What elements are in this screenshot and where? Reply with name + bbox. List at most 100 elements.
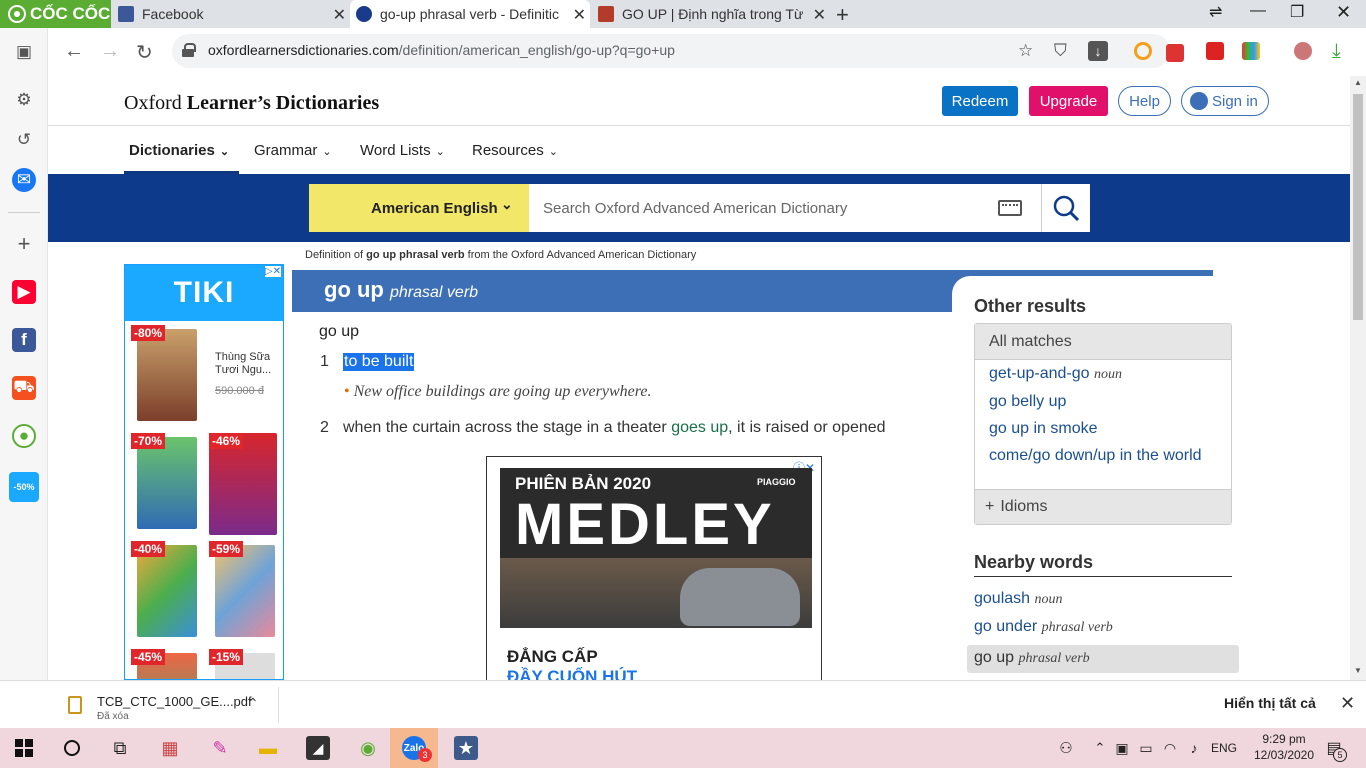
clock-time[interactable]: 9:29 pm <box>1254 732 1314 746</box>
ad-product[interactable]: -46% <box>207 431 279 535</box>
chevron-up-icon[interactable]: ⌃ <box>1088 736 1112 760</box>
tray-app-icon[interactable]: ▣ <box>1110 736 1134 760</box>
book-cover-image <box>215 545 275 637</box>
input-language[interactable]: ENG <box>1211 741 1237 755</box>
people-icon[interactable]: ⚇ <box>1054 736 1078 760</box>
settings-icon[interactable]: ⚙ <box>12 88 36 112</box>
extension-colors-icon[interactable] <box>1242 42 1260 60</box>
ad-product[interactable]: -70% <box>129 431 201 535</box>
youtube-icon[interactable]: ▶ <box>12 280 36 304</box>
sticky-notes-icon[interactable]: ◢ <box>306 736 330 760</box>
ad-product[interactable]: -15% <box>207 647 279 679</box>
tab-oxford[interactable]: go-up phrasal verb - Definitic ✕ <box>350 0 590 28</box>
download-file-name[interactable]: TCB_CTC_1000_GE....pdf <box>97 694 252 709</box>
task-view-icon[interactable]: ⧉ <box>108 736 132 760</box>
forward-icon[interactable]: → <box>100 40 120 63</box>
download-video-icon[interactable]: ↓ <box>1088 41 1108 61</box>
close-icon[interactable]: ✕ <box>333 5 346 25</box>
help-button[interactable]: Help <box>1118 86 1171 116</box>
paint-icon[interactable]: ✎ <box>208 736 232 760</box>
sign-in-button[interactable]: Sign in <box>1181 86 1269 116</box>
nearby-word-link[interactable]: go under phrasal verb <box>974 618 1113 636</box>
restore-icon[interactable]: ❐ <box>1290 2 1304 22</box>
ad-product[interactable]: -59% <box>207 539 279 643</box>
facebook-icon[interactable]: f <box>12 328 36 352</box>
app-icon[interactable]: ▦ <box>158 736 182 760</box>
volume-icon[interactable]: ♪ <box>1182 736 1206 760</box>
close-icon[interactable]: ✕ <box>1340 693 1355 714</box>
reload-icon[interactable]: ↻ <box>136 40 153 65</box>
history-icon[interactable]: ↺ <box>12 128 36 152</box>
scroll-down-icon[interactable]: ▼ <box>1354 666 1362 675</box>
result-link[interactable]: go up in smoke <box>989 419 1098 439</box>
bookmark-star-icon[interactable]: ☆ <box>1018 41 1033 61</box>
address-bar[interactable]: oxfordlearnersdictionaries.com/definitio… <box>172 34 1170 68</box>
nav-grammar[interactable]: Grammar ⌄ <box>254 142 332 159</box>
upgrade-button[interactable]: Upgrade <box>1029 86 1108 116</box>
tab-facebook[interactable]: Facebook ✕ <box>112 0 348 28</box>
tiki-advertisement[interactable]: TIKI ▷✕ -80% Thùng Sữa Tươi Ngu... 590.0… <box>124 264 284 680</box>
site-logo[interactable]: Oxford Learner’s Dictionaries <box>124 92 379 115</box>
result-link[interactable]: go belly up <box>989 392 1066 412</box>
lock-icon[interactable] <box>182 43 196 57</box>
ad-product[interactable]: Thùng Sữa Tươi Ngu... 590.000 đ <box>207 323 279 427</box>
ad-product[interactable]: -45% <box>129 647 201 679</box>
battery-icon[interactable]: ▭ <box>1134 736 1158 760</box>
ad-choices-icon[interactable]: ▷✕ <box>264 266 281 277</box>
coccoc-browser-icon[interactable]: ◉ <box>356 736 380 760</box>
back-icon[interactable]: ← <box>64 40 84 63</box>
nav-dictionaries[interactable]: Dictionaries ⌄ <box>129 142 229 159</box>
ad-product[interactable]: -80% <box>129 323 201 427</box>
url-text[interactable]: oxfordlearnersdictionaries.com/definitio… <box>208 42 675 58</box>
extension-chrome-icon[interactable] <box>1134 42 1152 60</box>
app-icon[interactable]: ★ <box>454 736 478 760</box>
new-tab-button[interactable]: + <box>836 2 849 28</box>
tiki-icon[interactable]: -50% <box>9 472 39 502</box>
shopee-icon[interactable]: ⛟ <box>12 376 36 400</box>
search-icon[interactable] <box>60 736 84 760</box>
scroll-up-icon[interactable]: ▲ <box>1354 78 1362 87</box>
file-explorer-icon[interactable]: ▬ <box>256 736 280 760</box>
idioms-tab[interactable]: + Idioms <box>975 489 1231 524</box>
nav-word-lists[interactable]: Word Lists ⌄ <box>360 142 445 159</box>
minimize-icon[interactable]: — <box>1250 2 1266 20</box>
sidebar-toggle-icon[interactable]: ▣ <box>12 40 36 64</box>
extension-new-icon[interactable] <box>1166 44 1184 62</box>
profile-avatar-icon[interactable] <box>1294 42 1312 60</box>
cross-reference-link[interactable]: goes up <box>671 419 728 436</box>
close-icon[interactable]: ✕ <box>573 5 586 25</box>
wifi-icon[interactable]: ◠ <box>1158 736 1182 760</box>
search-input[interactable] <box>529 184 1041 232</box>
messenger-icon[interactable]: ✉ <box>12 168 36 192</box>
redeem-button[interactable]: Redeem <box>942 86 1018 116</box>
show-all-downloads-button[interactable]: Hiển thị tất cả <box>1224 695 1316 711</box>
scrollbar-thumb[interactable] <box>1353 94 1363 320</box>
nav-resources[interactable]: Resources ⌄ <box>472 142 558 159</box>
close-window-icon[interactable]: ✕ <box>1336 2 1351 23</box>
all-matches-tab[interactable]: All matches <box>975 324 1231 360</box>
page-scrollbar[interactable]: ▲ ▼ <box>1350 76 1366 680</box>
piaggio-advertisement[interactable]: ⓘ✕ PHIÊN BẢN 2020 MEDLEY PIAGGIO ĐẲNG CẤ… <box>486 456 822 680</box>
nearby-word-link[interactable]: goulash noun <box>974 590 1063 608</box>
nearby-word-link[interactable]: go up phrasal verb <box>974 649 1090 667</box>
search-button[interactable] <box>1041 184 1090 232</box>
ad-product[interactable]: -40% <box>129 539 201 643</box>
shield-icon[interactable]: ⛉ <box>1054 41 1067 61</box>
coccoc-menu-button[interactable]: CỐC CỐC <box>0 0 111 28</box>
downloads-icon[interactable]: ⤓ <box>1332 40 1341 63</box>
windows-start-icon[interactable] <box>12 736 36 760</box>
tab-cambridge[interactable]: GO UP | Định nghĩa trong Từ ✕ <box>592 0 828 28</box>
dictionary-select[interactable]: American English ⌄ <box>309 184 529 232</box>
close-icon[interactable]: ✕ <box>813 5 826 25</box>
add-panel-icon[interactable]: + <box>12 231 36 256</box>
book-cover-image <box>137 329 197 421</box>
keyboard-icon[interactable] <box>998 200 1022 216</box>
tab-search-icon[interactable]: ⇌ <box>1209 2 1222 22</box>
tab-label: Facebook <box>142 6 204 22</box>
result-link[interactable]: get-up-and-go noun <box>989 364 1122 385</box>
chevron-up-icon[interactable]: ⌃ <box>247 695 259 712</box>
coccoc-extension-icon[interactable]: ● <box>12 424 36 448</box>
extension-red-icon[interactable] <box>1206 42 1224 60</box>
result-link[interactable]: come/go down/up in the world <box>989 446 1219 466</box>
clock-date[interactable]: 12/03/2020 <box>1250 748 1318 762</box>
